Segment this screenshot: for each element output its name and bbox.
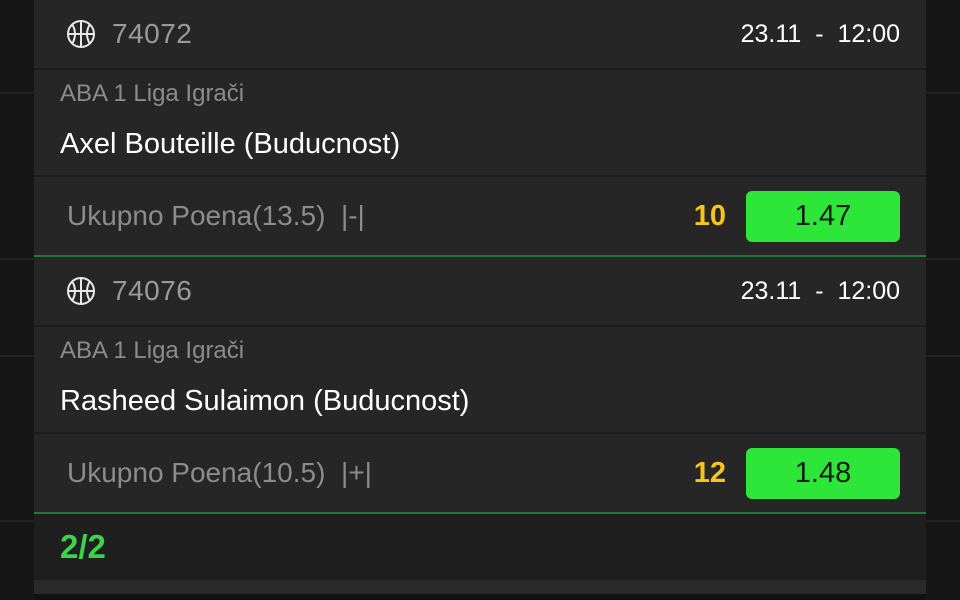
match-id: 74072 [112,18,193,49]
odds-row: Ukupno Poena(10.5) |+| 12 1.48 [34,434,926,512]
match-card[interactable]: 74076 23.11 - 12:00 ABA 1 Liga Igrači Ra… [34,257,926,514]
odd-button[interactable]: 1.48 [746,447,900,499]
odds-row: Ukupno Poena(13.5) |-| 10 1.47 [34,177,926,255]
odd-button[interactable]: 1.47 [746,190,900,242]
match-header: 74076 23.11 - 12:00 [34,257,926,327]
bottom-strip [34,580,926,594]
page-indicator: 2/2 [34,514,926,580]
ticket-list: 74072 23.11 - 12:00 ABA 1 Liga Igrači Ax… [34,0,926,600]
match-datetime: 23.11 - 12:00 [740,276,900,305]
gutter-divider [0,258,34,260]
market-label: Ukupno Poena(10.5) |+| [67,457,372,488]
player-name: Axel Bouteille (Buducnost) [60,128,401,160]
odds-group: 12 1.48 [693,447,900,499]
player-name: Rasheed Sulaimon (Buducnost) [60,385,470,417]
match-id-group: 74072 [66,18,192,50]
basketball-icon [67,20,95,48]
match-header: 74072 23.11 - 12:00 [34,0,926,70]
gutter-divider [0,355,34,357]
right-gutter [926,0,960,600]
pick-count: 10 [693,199,726,232]
market-label: Ukupno Poena(13.5) |-| [67,200,365,231]
match-body: ABA 1 Liga Igrači Rasheed Sulaimon (Budu… [34,327,926,434]
gutter-divider [0,520,34,522]
league-name: ABA 1 Liga Igrači [60,80,245,107]
pick-count: 12 [693,456,726,489]
gutter-divider [926,355,960,357]
bet-list-screen: 74072 23.11 - 12:00 ABA 1 Liga Igrači Ax… [0,0,960,600]
gutter-divider [926,92,960,94]
gutter-divider [926,258,960,260]
gutter-divider [0,92,34,94]
league-name: ABA 1 Liga Igrači [60,337,245,364]
basketball-icon [67,277,95,305]
match-body: ABA 1 Liga Igrači Axel Bouteille (Buducn… [34,70,926,177]
match-datetime: 23.11 - 12:00 [740,19,900,48]
page-indicator-label: 2/2 [60,528,106,565]
match-card[interactable]: 74072 23.11 - 12:00 ABA 1 Liga Igrači Ax… [34,0,926,257]
match-id-group: 74076 [66,275,192,307]
left-gutter [0,0,34,600]
match-id: 74076 [112,275,193,306]
gutter-divider [926,520,960,522]
odds-group: 10 1.47 [693,190,900,242]
